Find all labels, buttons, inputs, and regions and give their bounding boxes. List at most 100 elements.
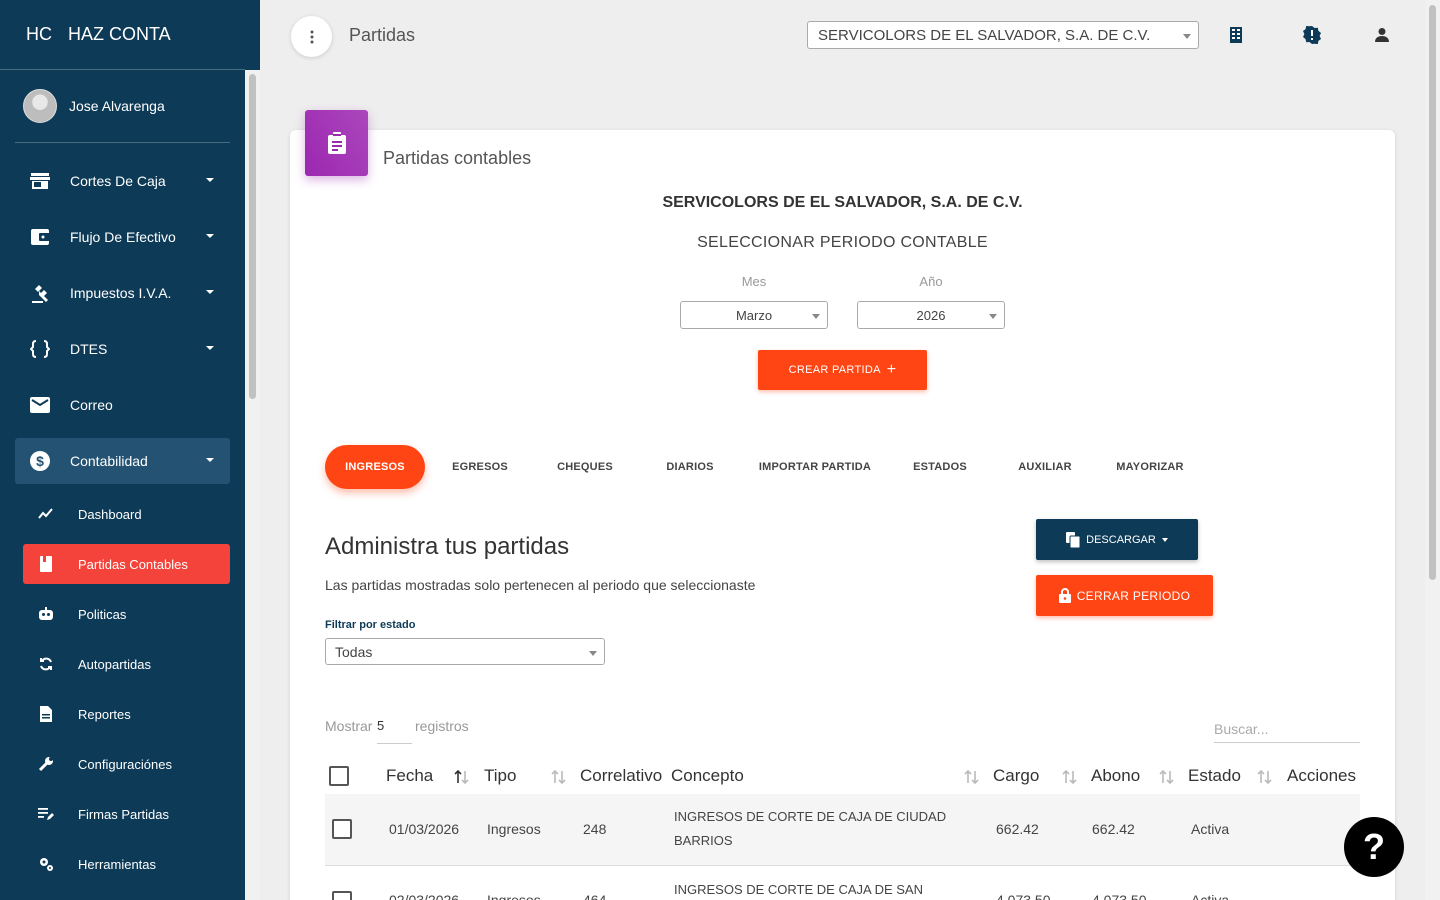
column-header-tipo[interactable]: Tipo bbox=[484, 766, 516, 786]
column-header-fecha[interactable]: Fecha bbox=[386, 766, 433, 786]
tab-importar-partida[interactable]: IMPORTAR PARTIDA bbox=[755, 445, 875, 489]
cell-correlativo: 248 bbox=[583, 821, 607, 837]
tab-egresos[interactable]: EGRESOS bbox=[430, 445, 530, 489]
cell-tipo: Ingresos bbox=[487, 821, 541, 837]
cell-correlativo: 464 bbox=[583, 892, 607, 900]
sidebar-subitem-autopartidas[interactable]: Autopartidas bbox=[23, 644, 230, 684]
sort-icon[interactable] bbox=[549, 768, 567, 786]
help-button[interactable]: ? bbox=[1344, 817, 1404, 877]
sidebar-subitem-configuraciones[interactable]: Configuraciónes bbox=[23, 744, 230, 784]
row-checkbox[interactable] bbox=[332, 891, 352, 900]
search-input[interactable] bbox=[1214, 716, 1360, 743]
sidebar-nav: Cortes De Caja Flujo De Efectivo Impuest… bbox=[0, 158, 260, 884]
user-profile[interactable]: Jose Alvarenga bbox=[15, 70, 230, 143]
menu-toggle-button[interactable] bbox=[291, 16, 332, 57]
sidebar-item-contabilidad[interactable]: $ Contabilidad bbox=[15, 438, 230, 484]
sidebar-item-label: Flujo De Efectivo bbox=[70, 229, 176, 245]
sidebar-subitem-reportes[interactable]: Reportes bbox=[23, 694, 230, 734]
sidebar-item-flujo-de-efectivo[interactable]: Flujo De Efectivo bbox=[15, 214, 230, 260]
chevron-down-icon bbox=[206, 234, 214, 238]
sidebar-subitem-partidas-contables[interactable]: Partidas Contables bbox=[23, 544, 230, 584]
page-size-select[interactable]: 5 bbox=[377, 718, 412, 744]
avatar bbox=[23, 89, 57, 123]
wallet-icon bbox=[30, 227, 50, 247]
column-header-abono[interactable]: Abono bbox=[1091, 766, 1140, 786]
cerrar-periodo-label: CERRAR PERIODO bbox=[1076, 588, 1191, 603]
section-title: Administra tus partidas bbox=[325, 533, 570, 560]
cell-concepto-line-1: INGRESOS DE CORTE DE CAJA DE CIUDAD bbox=[674, 809, 947, 824]
sidebar-subitem-herramientas[interactable]: Herramientas bbox=[23, 844, 230, 884]
section-subtitle: Las partidas mostradas solo pertenecen a… bbox=[325, 577, 756, 593]
select-all-checkbox[interactable] bbox=[329, 766, 349, 786]
tab-mayorizar[interactable]: MAYORIZAR bbox=[1100, 445, 1200, 489]
sidebar-subitem-politicas[interactable]: Politicas bbox=[23, 594, 230, 634]
tab-auxiliar[interactable]: AUXILIAR bbox=[995, 445, 1095, 489]
brand-mini: HC bbox=[26, 24, 52, 44]
cell-abono: 4,073.50 bbox=[1092, 892, 1147, 900]
svg-text:$: $ bbox=[36, 453, 44, 469]
sidebar-subitem-firmas-partidas[interactable]: Firmas Partidas bbox=[23, 794, 230, 834]
cell-concepto-line-2: BARRIOS bbox=[674, 833, 733, 848]
sidebar-scrollbar-thumb[interactable] bbox=[249, 74, 256, 399]
wrench-icon bbox=[38, 756, 54, 772]
sidebar-item-cortes-de-caja[interactable]: Cortes De Caja bbox=[15, 158, 230, 204]
cell-tipo: Ingresos bbox=[487, 892, 541, 900]
sidebar-subitem-label: Reportes bbox=[78, 706, 131, 722]
sidebar-subitem-label: Politicas bbox=[78, 606, 127, 622]
cell-concepto-line-1: INGRESOS DE CORTE DE CAJA DE SAN bbox=[674, 882, 923, 897]
alert-badge-icon[interactable] bbox=[1303, 26, 1321, 44]
sidebar-subitem-dashboard[interactable]: Dashboard bbox=[23, 494, 230, 534]
sidebar-subitem-label: Autopartidas bbox=[78, 656, 151, 672]
cerrar-periodo-button[interactable]: CERRAR PERIODO bbox=[1036, 575, 1213, 616]
column-header-cargo[interactable]: Cargo bbox=[993, 766, 1039, 786]
company-select[interactable]: SERVICOLORS DE EL SALVADOR, S.A. DE C.V. bbox=[807, 21, 1199, 49]
sort-icon[interactable] bbox=[452, 768, 470, 786]
column-header-correlativo[interactable]: Correlativo bbox=[580, 766, 662, 786]
kebab-icon bbox=[310, 30, 313, 43]
user-icon[interactable] bbox=[1373, 26, 1391, 44]
sidebar-scrollbar[interactable] bbox=[245, 70, 260, 900]
main-scrollbar-thumb[interactable] bbox=[1429, 5, 1436, 580]
cell-cargo: 4,073.50 bbox=[996, 892, 1051, 900]
row-checkbox[interactable] bbox=[332, 819, 352, 839]
crear-partida-button[interactable]: CREAR PARTIDA + bbox=[758, 350, 927, 390]
descargar-button[interactable]: DESCARGAR bbox=[1036, 519, 1198, 560]
tab-estados[interactable]: ESTADOS bbox=[890, 445, 990, 489]
records-label: registros bbox=[415, 718, 469, 734]
tab-diarios[interactable]: DIARIOS bbox=[640, 445, 740, 489]
show-label: Mostrar bbox=[325, 718, 373, 734]
tab-ingresos[interactable]: INGRESOS bbox=[325, 445, 425, 489]
tab-cheques[interactable]: CHEQUES bbox=[535, 445, 635, 489]
lock-icon bbox=[1058, 588, 1071, 603]
sort-icon[interactable] bbox=[1060, 768, 1078, 786]
sort-icon[interactable] bbox=[1157, 768, 1175, 786]
sidebar: HC HAZ CONTA Jose Alvarenga Cortes De Ca… bbox=[0, 0, 260, 900]
descargar-label: DESCARGAR bbox=[1086, 533, 1156, 546]
sidebar-item-label: DTES bbox=[70, 341, 108, 357]
column-header-concepto[interactable]: Concepto bbox=[671, 766, 744, 786]
anio-select[interactable]: 2026 bbox=[857, 301, 1005, 329]
robot-icon bbox=[38, 606, 54, 622]
brand[interactable]: HC HAZ CONTA bbox=[0, 0, 245, 70]
main-scrollbar[interactable] bbox=[1425, 0, 1440, 900]
column-header-estado[interactable]: Estado bbox=[1188, 766, 1241, 786]
cell-cargo: 662.42 bbox=[996, 821, 1039, 837]
period-title: SELECCIONAR PERIODO CONTABLE bbox=[697, 234, 988, 251]
sort-icon[interactable] bbox=[1255, 768, 1273, 786]
chevron-down-icon bbox=[206, 346, 214, 350]
trending-icon bbox=[38, 506, 54, 522]
sort-icon[interactable] bbox=[962, 768, 980, 786]
mes-select[interactable]: Marzo bbox=[680, 301, 828, 329]
sidebar-item-label: Cortes De Caja bbox=[70, 173, 166, 189]
sidebar-item-dtes[interactable]: DTES bbox=[15, 326, 230, 372]
crear-partida-label: CREAR PARTIDA bbox=[788, 364, 881, 376]
chevron-down-icon bbox=[206, 290, 214, 294]
store-icon bbox=[30, 171, 50, 191]
sidebar-subitem-label: Firmas Partidas bbox=[78, 806, 170, 822]
chevron-down-icon bbox=[1183, 34, 1191, 39]
building-icon[interactable] bbox=[1227, 26, 1245, 44]
sidebar-item-correo[interactable]: Correo bbox=[15, 382, 230, 428]
sync-icon bbox=[38, 656, 54, 672]
sidebar-item-impuestos-iva[interactable]: Impuestos I.V.A. bbox=[15, 270, 230, 316]
estado-filter-select[interactable]: Todas bbox=[325, 638, 605, 665]
